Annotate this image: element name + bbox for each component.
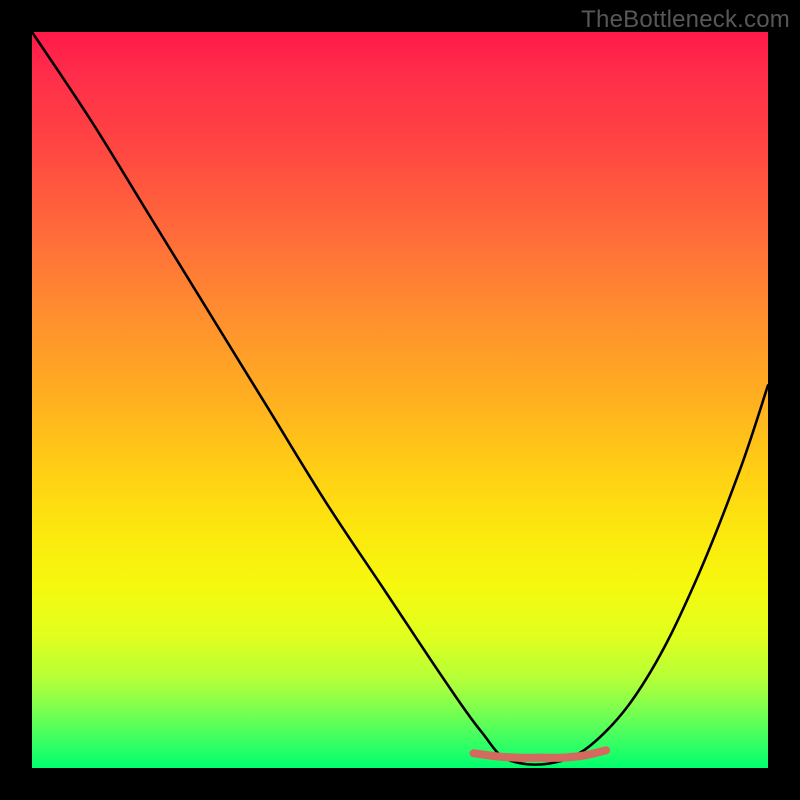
flat-segment <box>474 750 606 758</box>
plot-area <box>32 32 768 768</box>
watermark-text: TheBottleneck.com <box>581 6 790 34</box>
chart-svg <box>32 32 768 768</box>
bottleneck-curve <box>32 32 768 765</box>
chart-frame: TheBottleneck.com <box>0 0 800 800</box>
